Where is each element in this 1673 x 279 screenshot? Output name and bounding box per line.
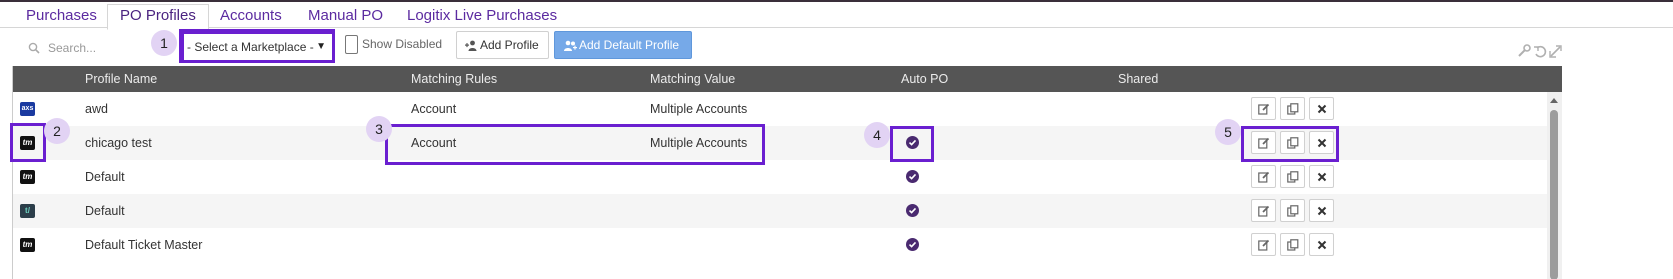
table-body: axs awd Account Multiple Accounts tm chi… <box>13 92 1548 262</box>
add-users-icon <box>564 41 577 52</box>
scroll-thumb[interactable] <box>1550 110 1558 279</box>
delete-button[interactable] <box>1309 97 1334 120</box>
highlight-row-actions <box>1241 126 1339 162</box>
highlight-matching-columns <box>385 124 765 165</box>
tab-accounts[interactable]: Accounts <box>208 5 294 29</box>
refresh-icon[interactable] <box>1534 45 1547 58</box>
header-shared[interactable]: Shared <box>1118 66 1158 92</box>
delete-button[interactable] <box>1309 165 1334 188</box>
copy-icon <box>1287 205 1299 217</box>
edit-button[interactable] <box>1251 233 1276 256</box>
highlight-marketplace-logo <box>10 123 46 162</box>
delete-button[interactable] <box>1309 233 1334 256</box>
add-default-profile-label: Add Default Profile <box>579 38 680 52</box>
table-row[interactable]: axs awd Account Multiple Accounts <box>13 92 1548 126</box>
duplicate-button[interactable] <box>1280 199 1305 222</box>
check-circle-icon <box>906 204 919 217</box>
header-matching-value[interactable]: Matching Value <box>650 66 735 92</box>
delete-button[interactable] <box>1309 199 1334 222</box>
annotation-badge-5: 5 <box>1215 119 1241 145</box>
table-row[interactable]: t/ Default <box>13 194 1548 228</box>
close-icon <box>1317 240 1327 250</box>
vertical-scrollbar[interactable] <box>1547 92 1562 279</box>
axs-logo-icon: axs <box>20 102 35 116</box>
ticketmaster-logo-icon: tm <box>20 238 35 252</box>
table-header: Profile Name Matching Rules Matching Val… <box>13 66 1562 92</box>
annotation-badge-2: 2 <box>44 118 70 144</box>
profile-name: Default Ticket Master <box>85 238 203 252</box>
profile-name: awd <box>85 102 108 116</box>
close-icon <box>1317 172 1327 182</box>
add-user-icon <box>465 40 477 52</box>
header-auto-po[interactable]: Auto PO <box>901 66 948 92</box>
search-box <box>20 37 170 59</box>
edit-icon <box>1258 239 1270 251</box>
header-matching-rules[interactable]: Matching Rules <box>411 66 497 92</box>
table-row[interactable]: tm Default <box>13 160 1548 194</box>
tab-bar: Purchases PO Profiles Accounts Manual PO… <box>0 2 1673 30</box>
copy-icon <box>1287 239 1299 251</box>
matching-rules: Account <box>411 102 457 116</box>
edit-icon <box>1258 171 1270 183</box>
header-profile-name[interactable]: Profile Name <box>85 66 157 92</box>
edit-icon <box>1258 205 1270 217</box>
duplicate-button[interactable] <box>1280 165 1305 188</box>
search-input[interactable] <box>48 37 168 59</box>
close-icon <box>1317 104 1327 114</box>
ticketmaster-logo-icon: tm <box>20 170 35 184</box>
tab-po-profiles[interactable]: PO Profiles <box>107 4 209 30</box>
close-icon <box>1317 206 1327 216</box>
highlight-marketplace-select <box>179 29 335 63</box>
search-icon <box>28 42 40 54</box>
edit-button[interactable] <box>1251 199 1276 222</box>
check-circle-icon <box>906 170 919 183</box>
add-profile-button[interactable]: Add Profile <box>456 31 549 59</box>
grid-tools <box>1518 44 1562 58</box>
profile-name: chicago test <box>85 136 152 150</box>
tab-purchases[interactable]: Purchases <box>14 5 109 29</box>
edit-icon <box>1258 103 1270 115</box>
copy-icon <box>1287 103 1299 115</box>
show-disabled-label: Show Disabled <box>362 37 443 51</box>
show-disabled-checkbox[interactable] <box>345 35 358 54</box>
po-profiles-table: Profile Name Matching Rules Matching Val… <box>12 66 1562 279</box>
duplicate-button[interactable] <box>1280 233 1305 256</box>
profile-name: Default <box>85 204 125 218</box>
copy-icon <box>1287 171 1299 183</box>
annotation-badge-3: 3 <box>366 116 392 142</box>
tab-logitix-live-purchases[interactable]: Logitix Live Purchases <box>395 5 569 29</box>
annotation-badge-1: 1 <box>151 30 177 56</box>
wrench-icon[interactable] <box>1518 44 1531 57</box>
tv-logo-icon: t/ <box>20 204 35 218</box>
tab-manual-po[interactable]: Manual PO <box>296 5 395 29</box>
table-row[interactable]: tm Default Ticket Master <box>13 228 1548 262</box>
matching-value: Multiple Accounts <box>650 102 748 116</box>
check-circle-icon <box>906 238 919 251</box>
scroll-up-icon[interactable] <box>1550 98 1558 103</box>
add-profile-label: Add Profile <box>480 38 539 52</box>
duplicate-button[interactable] <box>1280 97 1305 120</box>
highlight-auto-po <box>890 126 934 162</box>
profile-name: Default <box>85 170 125 184</box>
expand-icon[interactable] <box>1549 45 1562 58</box>
edit-button[interactable] <box>1251 97 1276 120</box>
annotation-badge-4: 4 <box>864 122 890 148</box>
edit-button[interactable] <box>1251 165 1276 188</box>
add-default-profile-button[interactable]: Add Default Profile <box>554 31 692 59</box>
